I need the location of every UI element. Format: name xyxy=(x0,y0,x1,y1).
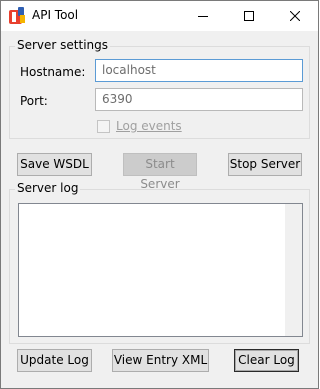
server-settings-group: Server settings Hostname: localhost Port… xyxy=(9,38,310,139)
minimize-button[interactable] xyxy=(180,1,226,31)
port-label: Port: xyxy=(20,94,48,108)
server-log-group: Server log xyxy=(9,181,310,344)
hostname-label: Hostname: xyxy=(20,65,86,79)
close-button[interactable] xyxy=(272,1,318,31)
port-value: 6390 xyxy=(102,92,133,106)
log-events-label: Log events xyxy=(116,119,182,133)
port-field[interactable]: 6390 xyxy=(95,88,303,111)
title-bar[interactable]: API Tool xyxy=(1,1,318,31)
log-events-checkbox[interactable] xyxy=(97,120,110,133)
log-scrollbar[interactable] xyxy=(285,204,302,336)
maximize-icon xyxy=(244,11,254,21)
clear-log-button[interactable]: Clear Log xyxy=(234,349,299,372)
server-log-textbox[interactable] xyxy=(18,203,303,337)
hostname-field[interactable]: localhost xyxy=(95,59,303,82)
update-log-button[interactable]: Update Log xyxy=(17,349,92,372)
stop-server-button[interactable]: Stop Server xyxy=(228,153,302,176)
server-settings-title: Server settings xyxy=(15,38,111,52)
close-icon xyxy=(290,11,300,21)
save-wsdl-button[interactable]: Save WSDL xyxy=(17,153,92,176)
view-entry-xml-button[interactable]: View Entry XML xyxy=(112,349,209,372)
server-log-title: Server log xyxy=(15,181,81,195)
start-server-button[interactable]: Start Server xyxy=(123,153,197,191)
hostname-value: localhost xyxy=(102,63,156,77)
window-title: API Tool xyxy=(32,8,79,22)
minimize-icon xyxy=(198,16,208,17)
main-window: API Tool Server settings Hostname: local… xyxy=(0,0,319,389)
maximize-button[interactable] xyxy=(226,1,272,31)
app-icon xyxy=(9,7,26,25)
